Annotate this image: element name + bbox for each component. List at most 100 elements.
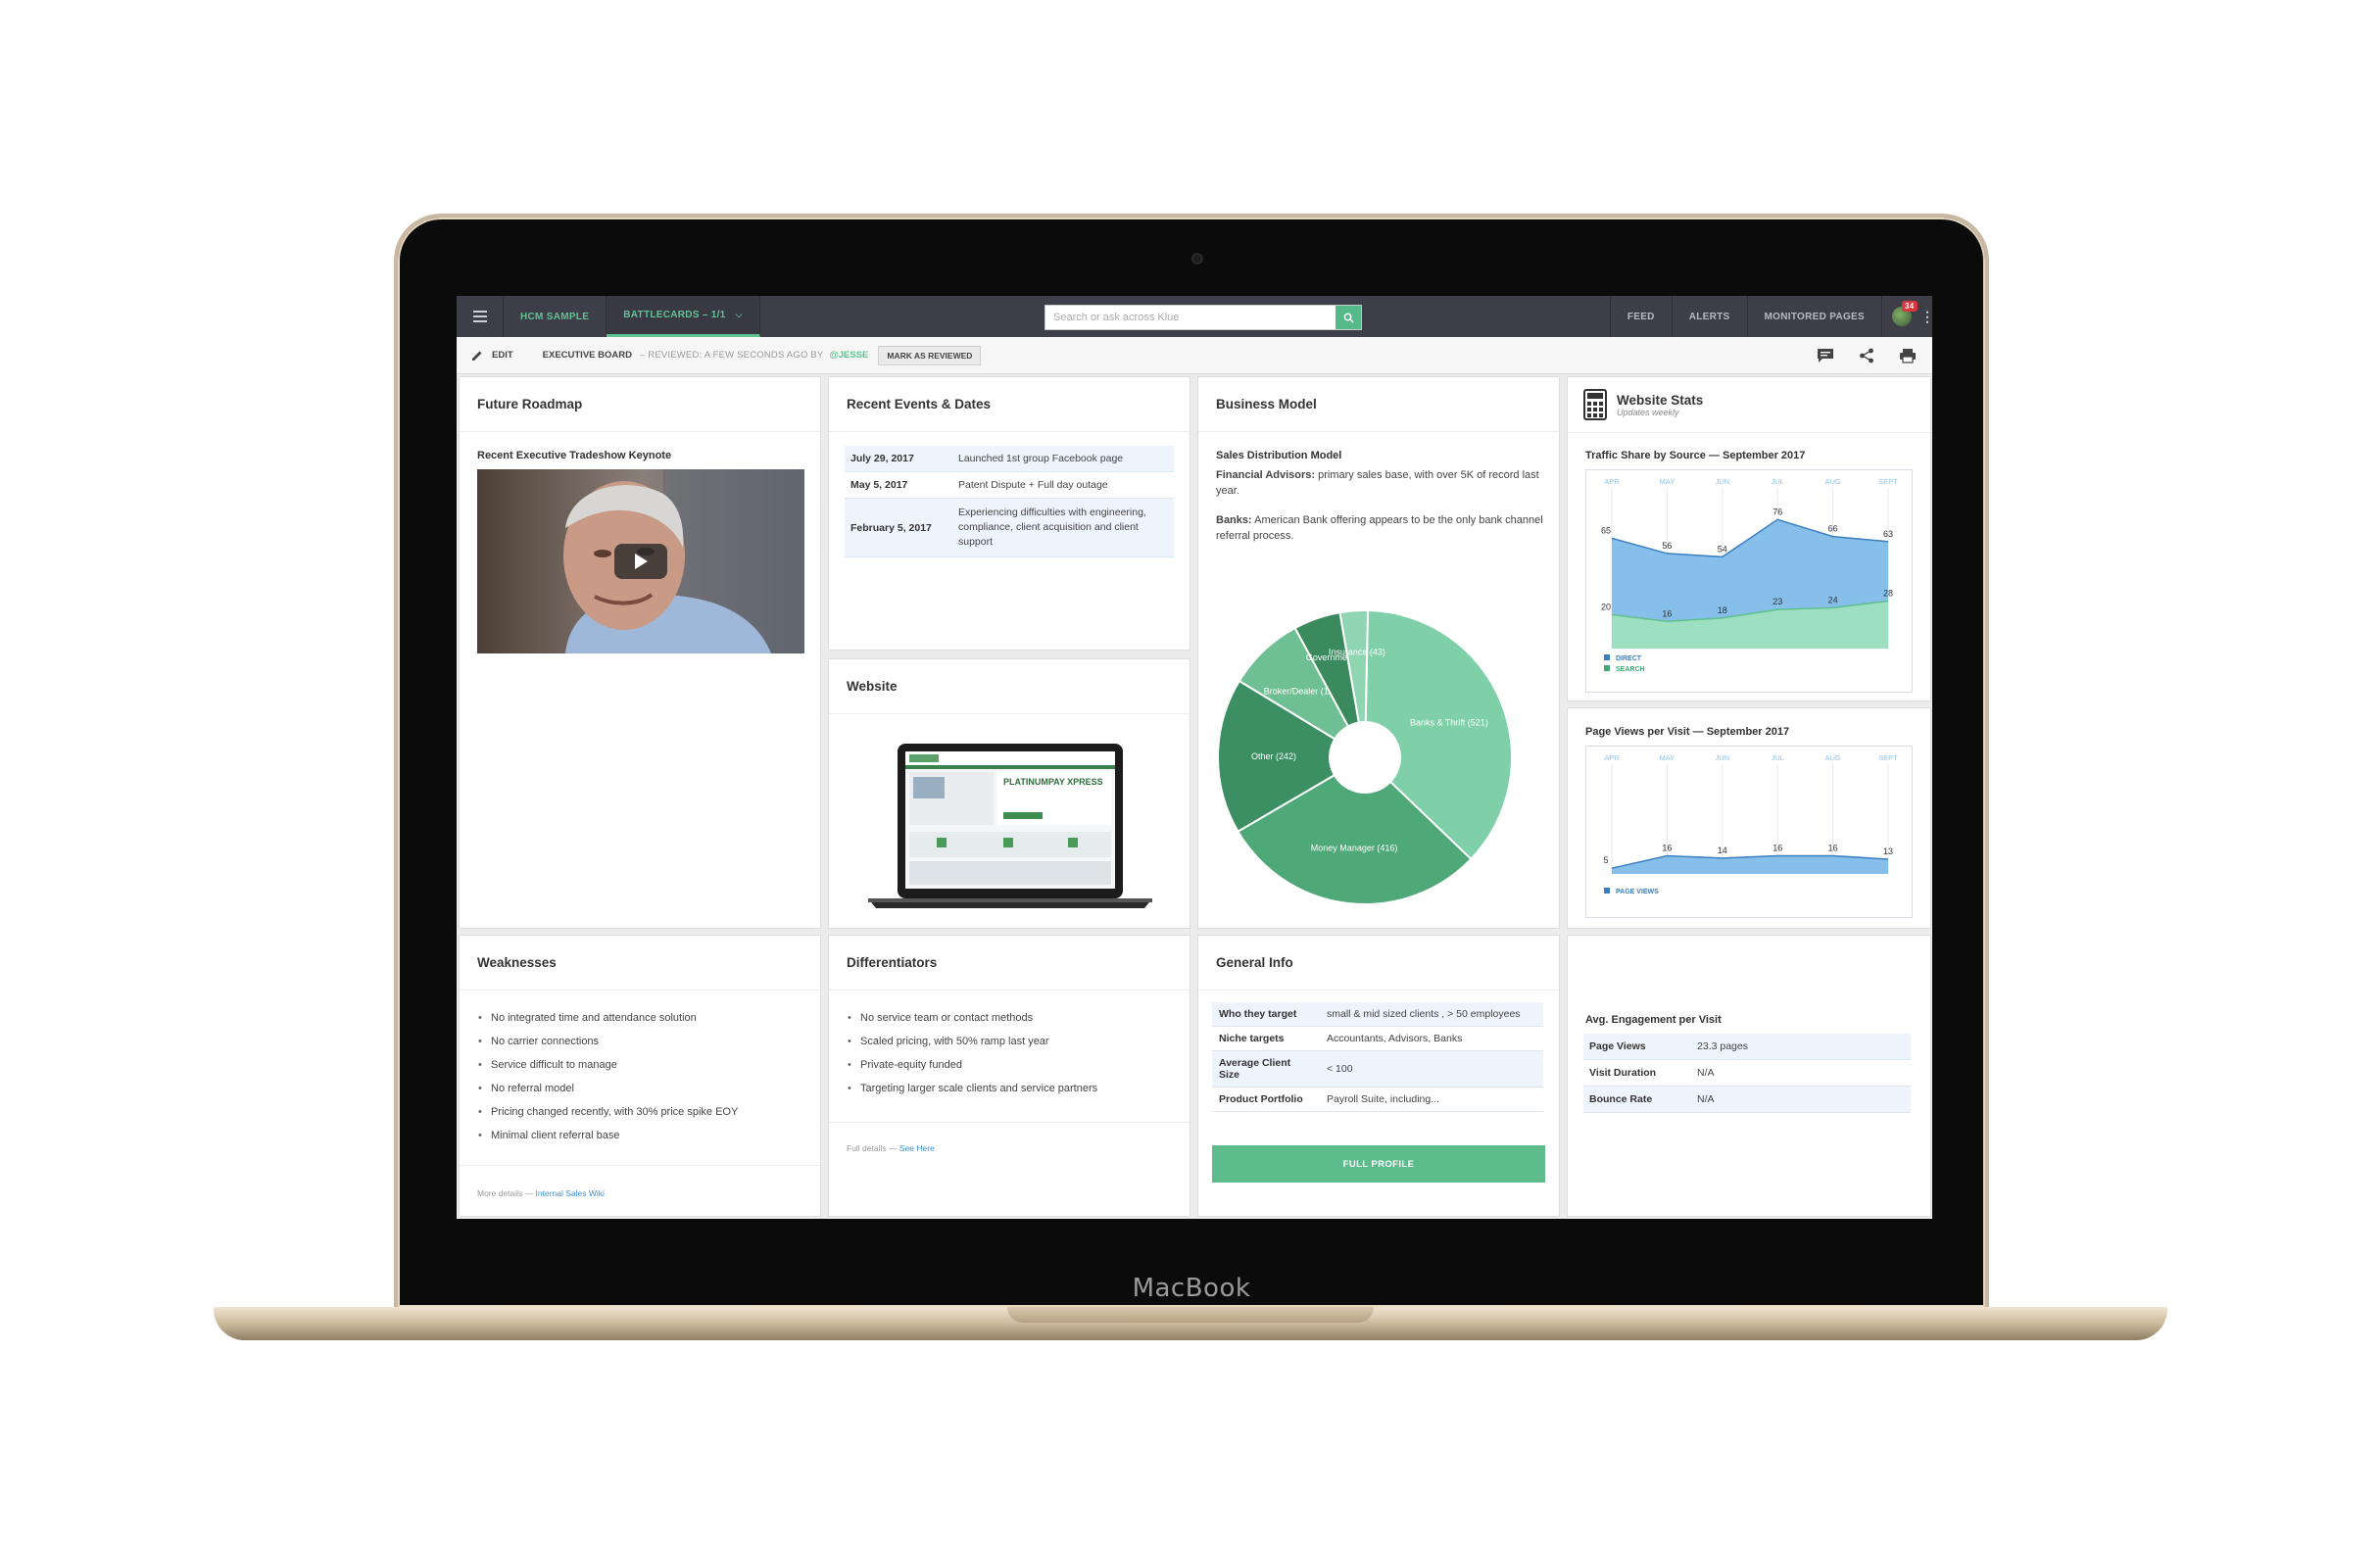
x-tick-label: AUG <box>1824 753 1840 762</box>
info-key: Niche targets <box>1212 1026 1320 1051</box>
metric-value: N/A <box>1691 1059 1911 1087</box>
info-key: Who they target <box>1212 1002 1320 1027</box>
search-icon <box>1343 313 1354 323</box>
event-date: May 5, 2017 <box>845 471 952 499</box>
banks-text: American Bank offering appears to be the… <box>1216 514 1543 542</box>
info-key: Product Portfolio <box>1212 1087 1320 1112</box>
card-title: Future Roadmap <box>460 377 820 432</box>
legend-swatch <box>1604 654 1610 660</box>
banks-label: Banks: <box>1216 514 1252 526</box>
search-input[interactable] <box>1045 306 1336 329</box>
banks-note: Banks: American Bank offering appears to… <box>1216 512 1543 544</box>
search-button[interactable] <box>1336 306 1361 329</box>
data-label: 76 <box>1773 507 1782 516</box>
pie-label: Other (242) <box>1251 751 1296 761</box>
app-screen: HCM SAMPLE BATTLECARDS – 1/1 ⌵ FEED ALERT… <box>457 296 1932 1219</box>
menu-icon[interactable] <box>457 296 504 337</box>
x-tick-label: JUL <box>1772 753 1784 762</box>
full-profile-button[interactable]: FULL PROFILE <box>1212 1145 1545 1183</box>
pageviews-chart-title: Page Views per Visit — September 2017 <box>1585 726 1790 738</box>
reviewer-link[interactable]: @JESSE <box>829 350 868 361</box>
event-text: Patent Dispute + Full day outage <box>952 471 1174 499</box>
full-details-note: Full details — See Here <box>847 1143 935 1153</box>
comment-icon[interactable] <box>1815 345 1836 366</box>
page-views-card: Page Views per Visit — September 2017 AP… <box>1567 707 1931 929</box>
table-row: Product Portfolio Payroll Suite, includin… <box>1212 1087 1543 1112</box>
list-item: Minimal client referral base <box>477 1124 738 1147</box>
table-row: Visit Duration N/A <box>1583 1059 1911 1087</box>
data-label: 16 <box>1828 844 1838 853</box>
table-row: Page Views 23.3 pages <box>1583 1034 1911 1060</box>
notification-badge: 34 <box>1902 301 1918 312</box>
chevron-down-icon: ⌵ <box>735 310 743 319</box>
table-row: Niche targets Accountants, Advisors, Bank… <box>1212 1026 1543 1051</box>
card-title: Recent Events & Dates <box>829 377 1190 432</box>
list-item: Service difficult to manage <box>477 1053 738 1077</box>
stats-header: Website Stats Updates weekly <box>1583 389 1703 420</box>
foot-prefix: More details — <box>477 1188 534 1198</box>
nav-monitored-pages[interactable]: MONITORED PAGES <box>1746 296 1881 337</box>
x-tick-label: APR <box>1604 477 1620 486</box>
share-icon[interactable] <box>1856 345 1877 366</box>
pencil-icon <box>472 351 482 361</box>
keynote-video[interactable] <box>477 469 804 653</box>
roadmap-card: Future Roadmap Recent Executive Tradesho… <box>459 376 821 929</box>
info-key: Average Client Size <box>1212 1050 1320 1088</box>
info-value: Payroll Suite, including... <box>1320 1087 1543 1112</box>
see-here-link[interactable]: See Here <box>899 1143 935 1153</box>
list-item: Targeting larger scale clients and servi… <box>847 1077 1097 1100</box>
event-text: Launched 1st group Facebook page <box>952 446 1174 472</box>
internal-wiki-link[interactable]: Internal Sales Wiki <box>536 1188 605 1198</box>
search-bar <box>1044 305 1362 330</box>
foot-prefix: Full details — <box>847 1143 898 1153</box>
stats-subtitle: Updates weekly <box>1617 407 1679 417</box>
differentiators-list: No service team or contact methods Scale… <box>847 1006 1097 1100</box>
metric-key: Visit Duration <box>1583 1059 1691 1087</box>
more-vertical-icon[interactable]: ⋮ <box>1920 309 1932 325</box>
business-model-card: Business Model Sales Distribution Model … <box>1197 376 1560 929</box>
website-screenshot[interactable]: PLATINUMPAY XPRESS <box>868 742 1152 918</box>
mark-reviewed-button[interactable]: MARK AS REVIEWED <box>878 345 982 365</box>
website-card: Website PLATINUMPAY XPRESS <box>828 658 1190 929</box>
x-tick-label: AUG <box>1824 477 1840 486</box>
laptop-brand: MacBook <box>1132 1274 1251 1303</box>
table-row: July 29, 2017 Launched 1st group Facebook… <box>845 446 1174 472</box>
data-label: 54 <box>1718 544 1727 554</box>
data-label: 13 <box>1883 846 1893 856</box>
more-details-note: More details — Internal Sales Wiki <box>477 1188 605 1198</box>
event-text: Experiencing difficulties with engineeri… <box>952 498 1174 557</box>
data-label: 16 <box>1773 844 1782 853</box>
traffic-share-chart: APR MAY JUN JUL AUG SEPT 65 56 54 76 66 63 20 16 18 23 2… <box>1601 477 1898 673</box>
print-icon[interactable] <box>1897 345 1919 366</box>
list-item: No service team or contact methods <box>847 1006 1097 1030</box>
play-button[interactable] <box>614 544 667 579</box>
table-row: Average Client Size < 100 <box>1212 1050 1543 1088</box>
website-headline: PLATINUMPAY XPRESS <box>1003 777 1103 787</box>
table-row: February 5, 2017 Experiencing difficultie… <box>845 498 1174 557</box>
engagement-card: Avg. Engagement per Visit Page Views 23.3… <box>1567 935 1931 1217</box>
data-label: 20 <box>1601 602 1611 611</box>
card-title: General Info <box>1198 936 1559 991</box>
pie-label: Banks & Thrift (521) <box>1410 717 1488 727</box>
tab-battlecards[interactable]: BATTLECARDS – 1/1 ⌵ <box>607 296 760 337</box>
data-label: 56 <box>1662 541 1672 551</box>
tab-hcm-sample[interactable]: HCM SAMPLE <box>504 296 607 337</box>
section-subtitle: Sales Distribution Model <box>1216 450 1342 461</box>
user-menu[interactable]: 34 <box>1881 296 1920 337</box>
fa-label: Financial Advisors: <box>1216 469 1316 481</box>
weaknesses-card: Weaknesses No integrated time and attend… <box>459 935 821 1217</box>
board-toolbar: EDIT EXECUTIVE BOARD – REVIEWED: A FEW S… <box>457 337 1932 374</box>
edit-button[interactable]: EDIT <box>457 349 513 363</box>
board-name: EXECUTIVE BOARD <box>542 350 632 361</box>
nav-alerts[interactable]: ALERTS <box>1671 296 1747 337</box>
x-tick-label: JUL <box>1772 477 1784 486</box>
stats-title: Website Stats <box>1617 392 1704 408</box>
list-item: No referral model <box>477 1077 738 1100</box>
data-label: 66 <box>1828 524 1838 534</box>
events-table: July 29, 2017 Launched 1st group Facebook… <box>845 446 1174 557</box>
page-views-chart: APR MAY JUN JUL AUG SEPT 5 16 14 16 16 13 PAGE VIEWS <box>1603 753 1898 895</box>
nav-feed[interactable]: FEED <box>1609 296 1672 337</box>
list-item: Private-equity funded <box>847 1053 1097 1077</box>
metric-key: Bounce Rate <box>1583 1086 1691 1113</box>
data-label: 16 <box>1662 608 1672 618</box>
